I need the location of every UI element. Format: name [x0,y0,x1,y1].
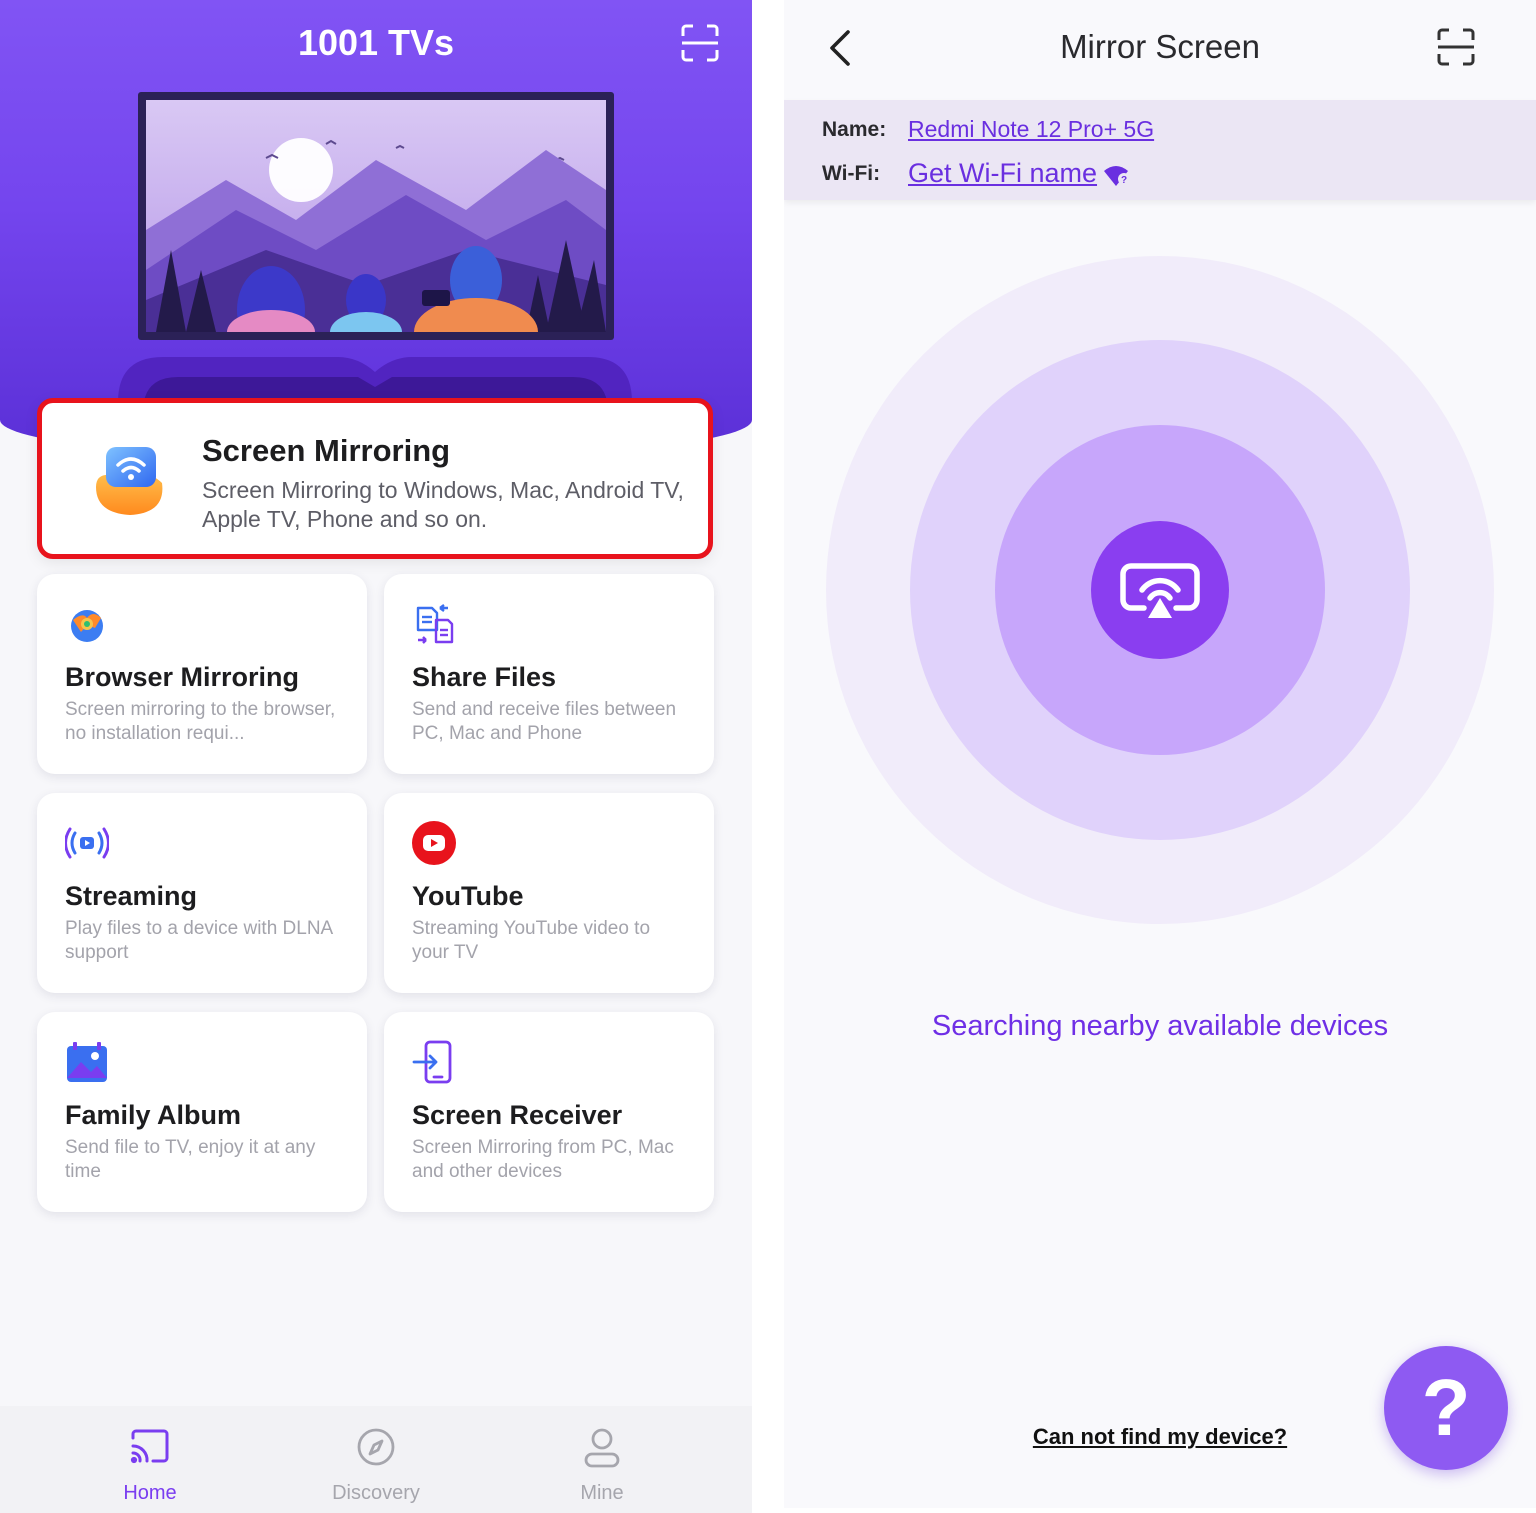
streaming-icon [65,827,109,859]
screen-mirroring-description: Screen Mirroring to Windows, Mac, Androi… [202,477,684,532]
youtube-title: YouTube [412,881,524,911]
streaming-title: Streaming [65,881,198,911]
radar-animation [826,256,1494,924]
browser-icon [71,610,103,642]
share-files-title: Share Files [412,662,557,692]
svg-text:?: ? [1121,175,1127,186]
browser-mirroring-card[interactable]: Browser Mirroring Screen mirroring to th… [37,574,367,774]
family-album-description: Send file to TV, enjoy it at any time [65,1137,316,1182]
youtube-description: Streaming YouTube video to your TV [412,918,651,963]
cast-icon [130,1429,169,1464]
nav-discovery[interactable]: Discovery [296,1426,456,1505]
device-info-panel: Name: Redmi Note 12 Pro+ 5G Wi-Fi: Get W… [784,100,1536,200]
family-album-card[interactable]: Family Album Send file to TV, enjoy it a… [37,1012,367,1212]
wifi-label: Wi-Fi: [822,162,881,185]
screen-receiver-card[interactable]: Screen Receiver Screen Mirroring from PC… [384,1012,714,1212]
screen-receiver-title: Screen Receiver [412,1100,623,1130]
page-title: Mirror Screen [1060,28,1260,65]
screen-receiver-description: Screen Mirroring from PC, Mac and other … [412,1137,674,1182]
device-name-link[interactable]: Redmi Note 12 Pro+ 5G [908,116,1154,143]
share-files-card[interactable]: Share Files Send and receive files betwe… [384,574,714,774]
album-icon [67,1042,107,1082]
nav-mine[interactable]: Mine [522,1426,682,1505]
get-wifi-name-link[interactable]: Get Wi-Fi name [908,158,1097,189]
browser-mirroring-title: Browser Mirroring [65,662,300,692]
mirror-screen: Mirror Screen Name: Redmi Note 12 Pro+ 5… [784,0,1536,1508]
name-label: Name: [822,118,887,141]
bottom-navigation: Home Discovery Mine [0,1406,752,1513]
home-screen: 1001 TVs Screen Mirroring Screen Mirrori… [0,0,752,1513]
nav-discovery-label: Discovery [332,1482,420,1504]
share-files-icon [416,604,454,644]
screen-mirroring-title: Screen Mirroring [202,433,451,468]
user-icon [584,1428,620,1468]
nav-home-label: Home [123,1482,177,1504]
screen-mirroring-card[interactable]: Screen Mirroring Screen Mirroring to Win… [37,398,713,559]
receiver-icon [412,1040,452,1084]
screen-mirroring-icon [96,447,163,515]
compass-icon [357,1428,395,1466]
streaming-description: Play files to a device with DLNA support [65,918,333,963]
nav-home[interactable]: Home [70,1426,230,1505]
share-files-description: Send and receive files between PC, Mac a… [412,699,677,744]
search-status: Searching nearby available devices [931,1010,1389,1042]
wifi-question-icon: ? [1104,166,1130,186]
help-button[interactable]: ? [1384,1346,1508,1470]
screenshot: 1001 TVs Screen Mirroring Screen Mirrori… [0,0,1536,1513]
youtube-icon [412,821,456,865]
family-album-title: Family Album [65,1100,242,1130]
youtube-card[interactable]: YouTube Streaming YouTube video to your … [384,793,714,993]
scan-icon[interactable] [1436,27,1476,67]
scan-icon[interactable] [680,23,720,63]
hero-illustration [138,92,614,340]
nav-mine-label: Mine [580,1482,624,1504]
browser-mirroring-description: Screen mirroring to the browser, no inst… [65,699,336,744]
streaming-card[interactable]: Streaming Play files to a device with DL… [37,793,367,993]
app-title: 1001 TVs [297,22,455,63]
